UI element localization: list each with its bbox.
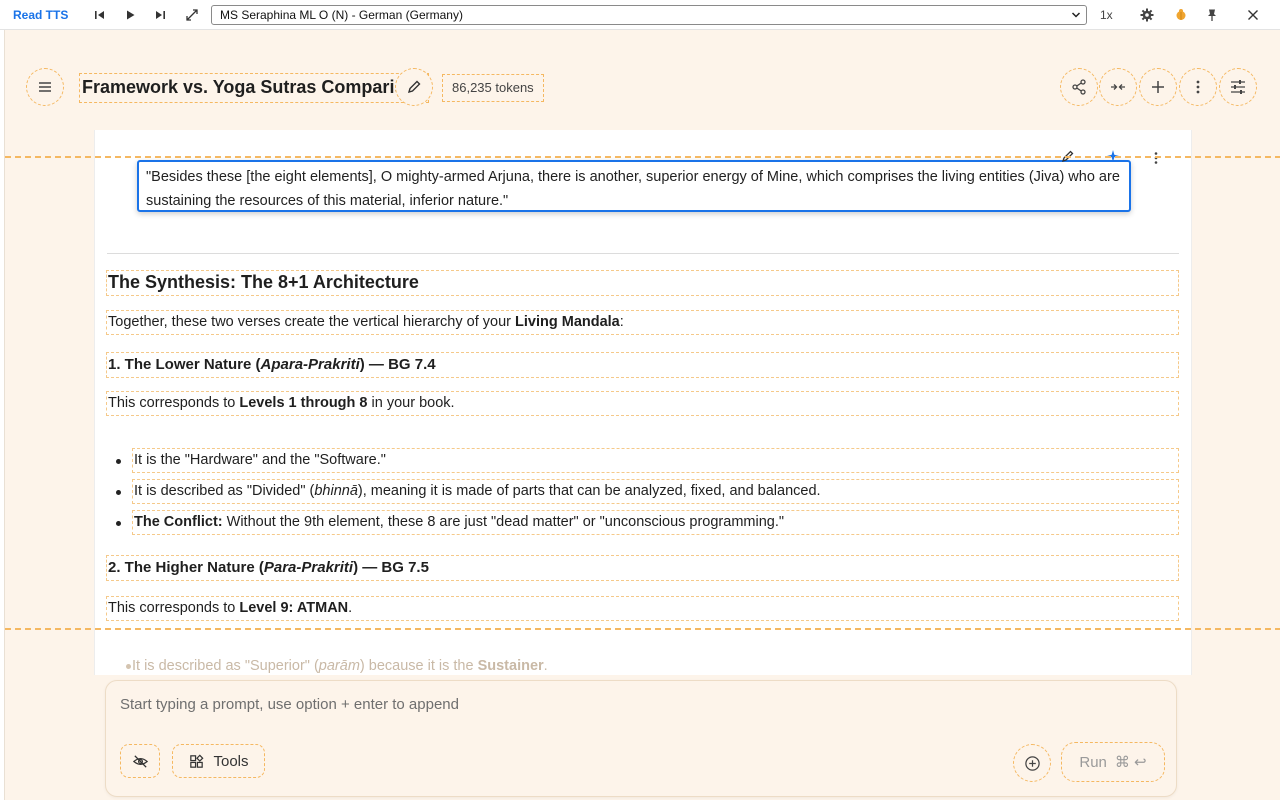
pin-icon[interactable]: [1203, 6, 1221, 24]
quote-text: "Besides these [the eight elements], O m…: [146, 169, 1120, 209]
intro-end: :: [619, 314, 624, 330]
page-title[interactable]: Framework vs. Yoga Sutras Comparison: [79, 73, 430, 103]
section-heading-text: The Synthesis: The 8+1 Architecture: [108, 272, 419, 292]
higher-nature-heading: 2. The Higher Nature (Para-Prakriti) — B…: [106, 555, 1179, 581]
tune-icon: [1231, 80, 1245, 94]
edit-title-button[interactable]: [395, 68, 433, 106]
section-heading: The Synthesis: The 8+1 Architecture: [106, 270, 1179, 296]
heading-post: ) — BG 7.5: [353, 559, 429, 576]
intro-bold: Living Mandala: [515, 314, 620, 330]
play-icon[interactable]: [121, 6, 139, 24]
share-icon: [1072, 79, 1086, 95]
corr-post: in your book.: [367, 395, 455, 411]
heading-pre: 1. The Lower Nature (: [108, 356, 261, 373]
heading-em: Para-Prakriti: [263, 559, 354, 576]
run-label: Run: [1079, 753, 1107, 771]
bullet-text-post: ), meaning it is made of parts that can …: [357, 483, 821, 499]
run-button[interactable]: Run ⌘ ↩: [1061, 742, 1165, 782]
expand-icon[interactable]: [183, 6, 201, 24]
higher-correspondence: This corresponds to Level 9: ATMAN.: [106, 596, 1179, 621]
chat-content: "Besides these [the eight elements], O m…: [94, 130, 1192, 675]
voice-select[interactable]: MS Seraphina ML O (N) - German (Germany): [211, 5, 1087, 25]
run-settings-button[interactable]: [1219, 68, 1257, 106]
settings-icon[interactable]: [1138, 6, 1156, 24]
share-button[interactable]: [1060, 68, 1098, 106]
tts-toolbar: Read TTS MS Seraphina ML O (N) - German …: [0, 0, 1280, 30]
toggle-visibility-button[interactable]: [120, 744, 160, 778]
compress-icon: [1111, 84, 1125, 90]
prompt-input[interactable]: Start typing a prompt, use option + ente…: [120, 696, 459, 713]
compress-button[interactable]: [1099, 68, 1137, 106]
chevron-down-icon: [1071, 12, 1081, 18]
token-count: 86,235 tokens: [442, 74, 544, 102]
menu-icon: [39, 82, 51, 92]
tts-title: Read TTS: [13, 8, 69, 22]
faded-bold: Sustainer: [477, 658, 544, 674]
faded-em: parām: [318, 658, 360, 674]
corr-post: .: [348, 600, 353, 616]
bullet-dot: [116, 521, 121, 526]
bullet-text-post: Without the 9th element, these 8 are jus…: [222, 514, 785, 530]
tools-button[interactable]: Tools: [172, 744, 265, 778]
new-chat-button[interactable]: [1139, 68, 1177, 106]
intro-text: Together, these two verses create the ve…: [108, 314, 516, 330]
run-shortcut: ⌘ ↩: [1114, 754, 1147, 771]
more-options-button[interactable]: [1179, 68, 1217, 106]
tools-icon: [190, 753, 204, 768]
bullet-bold: The Conflict:: [134, 514, 223, 530]
heading-em: Apara-Prakriti: [260, 356, 360, 373]
guide-line-bottom: [5, 628, 1280, 630]
bullet-dot: [116, 490, 121, 495]
list-item: It is the "Hardware" and the "Software.": [132, 448, 1179, 473]
more-vert-icon: [1196, 80, 1200, 94]
bullet-dot: [116, 459, 121, 464]
corr-bold: Level 9: ATMAN: [239, 600, 349, 616]
close-icon[interactable]: [1244, 6, 1262, 24]
guide-line-top: [5, 156, 1280, 158]
quote-block[interactable]: "Besides these [the eight elements], O m…: [137, 160, 1131, 212]
intro-paragraph: Together, these two verses create the ve…: [106, 310, 1179, 335]
add-media-button[interactable]: [1013, 744, 1051, 782]
corr-pre: This corresponds to: [108, 600, 240, 616]
more-vert-icon[interactable]: [1150, 151, 1162, 165]
add-circle-icon: [1024, 755, 1040, 771]
bullet-text: It is the "Hardware" and the "Software.": [134, 452, 386, 468]
speed-control[interactable]: 1x: [1100, 8, 1113, 22]
skip-back-icon[interactable]: [91, 6, 109, 24]
list-item: It is described as "Divided" (bhinnā), m…: [132, 479, 1179, 504]
tools-label: Tools: [213, 752, 249, 770]
lower-nature-heading: 1. The Lower Nature (Apara-Prakriti) — B…: [106, 352, 1179, 378]
skip-forward-icon[interactable]: [151, 6, 169, 24]
bug-icon[interactable]: [1172, 6, 1190, 24]
voice-select-value: MS Seraphina ML O (N) - German (Germany): [220, 8, 463, 22]
bullet-em: bhinnā: [314, 483, 358, 499]
eye-off-icon: [132, 754, 148, 768]
corr-bold: Levels 1 through 8: [239, 395, 368, 411]
divider: [107, 253, 1179, 254]
menu-button[interactable]: [26, 68, 64, 106]
faded-text: It is described as "Superior" (: [132, 658, 319, 674]
corr-pre: This corresponds to: [108, 395, 240, 411]
list-item: The Conflict: Without the 9th element, t…: [132, 510, 1179, 535]
heading-pre: 2. The Higher Nature (: [108, 559, 264, 576]
plus-icon: [1152, 81, 1164, 93]
faded-text-post: .: [543, 658, 548, 674]
bullet-dot: [126, 664, 131, 669]
prompt-box: Start typing a prompt, use option + ente…: [105, 680, 1177, 797]
faded-text-mid: ) because it is the: [359, 658, 478, 674]
lower-correspondence: This corresponds to Levels 1 through 8 i…: [106, 391, 1179, 416]
app-window: Framework vs. Yoga Sutras Comparison 86,…: [4, 30, 1280, 800]
edit-icon: [407, 80, 421, 94]
heading-post: ) — BG 7.4: [359, 356, 436, 373]
bullet-text: It is described as "Divided" (: [134, 483, 315, 499]
